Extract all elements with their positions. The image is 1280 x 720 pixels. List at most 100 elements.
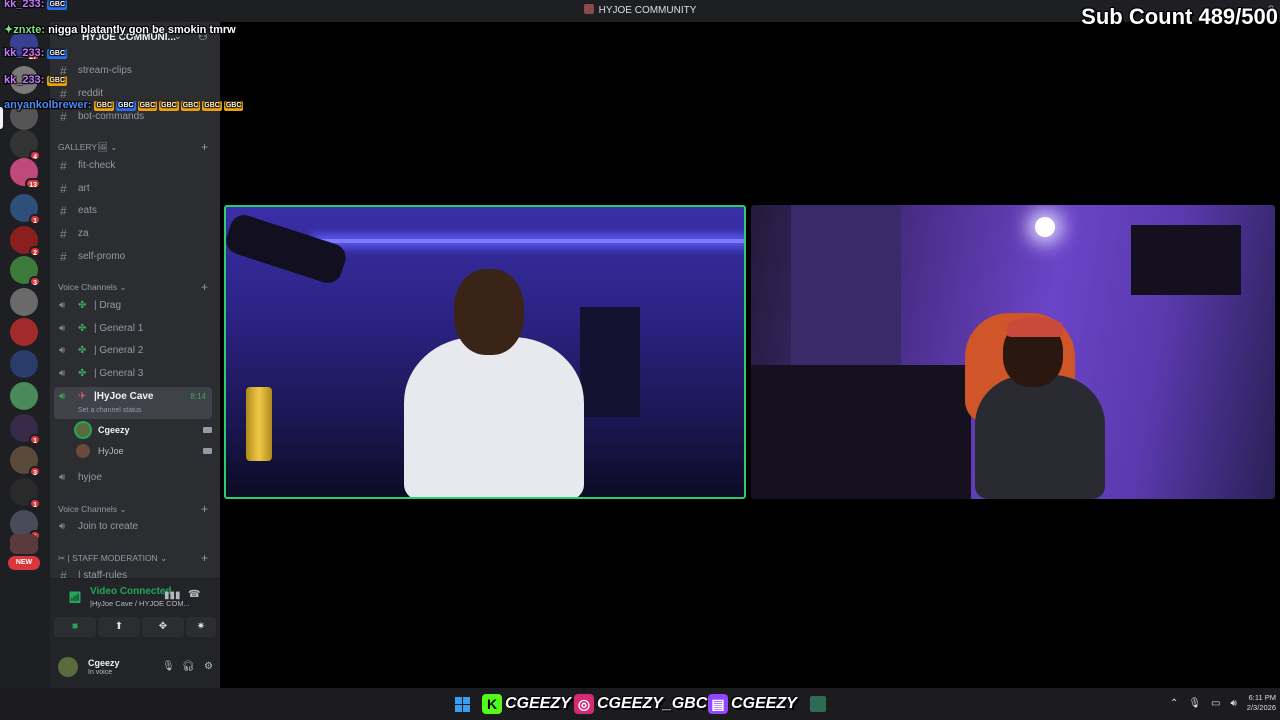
voice-channel-join-to-create[interactable]: 🔊︎ Join to create — [54, 517, 212, 537]
channel-status[interactable]: Set a channel status — [78, 401, 141, 421]
hash-icon: # — [60, 87, 67, 101]
channel-fit-check[interactable]: # fit-check — [54, 156, 212, 176]
voice-timer: 8:14 — [190, 392, 206, 401]
voice-channel-hyjoe-cave[interactable]: 🔊︎ ✈ |HyJoe Cave Set a channel status 8:… — [54, 387, 212, 419]
speaker-icon: 🔊︎ — [59, 368, 66, 379]
hash-icon: # — [60, 204, 67, 218]
server-icon-5[interactable]: 13 — [10, 158, 41, 189]
category-gallery[interactable]: GALLERY🖼 ⌄ + — [58, 140, 212, 156]
screen-share-button[interactable]: ⬆ — [98, 617, 140, 637]
clock[interactable]: 6:11 PM 2/3/2026 — [1247, 693, 1276, 713]
social-kick: K CGEEZY — [482, 692, 571, 716]
video-tile-hyjoe[interactable] — [751, 205, 1275, 499]
category-label: GALLERY🖼 — [58, 142, 108, 152]
add-channel-icon[interactable]: + — [201, 280, 208, 294]
category-label: Voice Channels — [58, 504, 118, 514]
channel-staff-rules[interactable]: # | staff-rules — [54, 566, 212, 578]
channel-bot-commands[interactable]: # bot-commands — [54, 107, 212, 127]
microphone-arm — [226, 211, 350, 287]
category-voice-channels[interactable]: Voice Channels ⌄ + — [58, 280, 212, 296]
clover-icon: ✤ — [78, 345, 87, 356]
clover-icon: ✤ — [78, 368, 87, 379]
channel-stream-clips[interactable]: # stream-clips — [54, 61, 212, 81]
network-icon[interactable]: ▭ — [1211, 698, 1220, 709]
person-body — [404, 337, 584, 497]
channel-label: bot-commands — [78, 111, 145, 122]
noise-suppression-icon[interactable]: ▮▮▮ — [164, 590, 181, 601]
social-handle: CGEEZY — [731, 695, 797, 712]
signal-icon[interactable]: 📶︎ — [68, 591, 82, 604]
user-name: Cgeezy — [88, 658, 120, 668]
voice-channel-drag[interactable]: 🔊︎ ✤ | Drag — [54, 296, 212, 316]
server-icon-8[interactable]: 3 — [10, 256, 41, 287]
hash-icon: # — [60, 250, 67, 264]
chevron-up-icon[interactable]: ⌃ — [1170, 698, 1178, 709]
user-status: In voice — [88, 669, 113, 676]
voice-channel-general-3[interactable]: 🔊︎ ✤ | General 3 — [54, 364, 212, 384]
server-header[interactable]: HYJOE COMMUNI... ⌄ ⚇ — [50, 22, 220, 52]
server-icon-13[interactable]: 1 — [10, 414, 41, 445]
soundboard-button[interactable]: ✷ — [186, 617, 216, 637]
channel-label: | staff-rules — [78, 570, 128, 578]
voice-user-name: Cgeezy — [98, 425, 130, 435]
taskbar-app-icon[interactable] — [810, 696, 826, 712]
channel-label: fit-check — [78, 160, 116, 171]
camera-icon — [203, 448, 212, 454]
add-channel-icon[interactable]: + — [201, 502, 208, 516]
add-user-icon[interactable]: ⚇ — [198, 30, 208, 43]
server-icon-14[interactable]: 3 — [10, 446, 41, 477]
server-icon-15[interactable]: 1 — [10, 478, 41, 509]
voice-channel-general-2[interactable]: 🔊︎ ✤ | General 2 — [54, 341, 212, 361]
volume-icon[interactable]: 🔊︎ — [1230, 698, 1236, 709]
activities-button[interactable]: ✥ — [142, 617, 184, 637]
avatar — [76, 423, 90, 437]
windows-start-icon[interactable] — [455, 697, 470, 712]
server-icon-11[interactable] — [10, 350, 38, 378]
category-staff-moderation[interactable]: ✂ | STAFF MODERATION ⌄ + — [58, 551, 212, 567]
camera-button[interactable]: ■ — [54, 617, 96, 637]
channel-reddit[interactable]: # reddit — [54, 84, 212, 104]
voice-channel-hyjoe[interactable]: 🔊︎ hyjoe — [54, 468, 212, 488]
category-voice-channels-2[interactable]: Voice Channels ⌄ + — [58, 502, 212, 518]
channel-self-promo[interactable]: # self-promo — [54, 247, 212, 267]
microphone-icon[interactable]: 🎙︎ — [162, 661, 175, 672]
speaker-icon: 🔊︎ — [59, 472, 66, 483]
led-light — [316, 239, 744, 243]
server-icon — [583, 4, 594, 14]
server-icon-7[interactable]: 2 — [10, 226, 41, 257]
avatar[interactable] — [58, 657, 78, 677]
server-icon-2[interactable] — [10, 66, 38, 94]
channel-label: art — [78, 183, 90, 194]
channel-label: stream-clips — [78, 65, 132, 76]
person-body — [975, 375, 1105, 499]
channel-label: za — [78, 228, 89, 239]
server-icon-17[interactable] — [10, 534, 38, 554]
mention-badge: 13 — [25, 178, 41, 189]
server-icon-4[interactable]: 4 — [10, 130, 41, 161]
video-tile-cgeezy[interactable] — [224, 205, 746, 499]
server-icon-12[interactable] — [10, 382, 38, 410]
tools-icon: ✂ — [58, 553, 66, 563]
voice-user-name: HyJoe — [98, 446, 124, 456]
headphones-icon[interactable]: 🎧︎ — [182, 661, 195, 672]
server-icon-1[interactable]: 27 — [10, 30, 41, 61]
server-icon-3[interactable] — [10, 102, 38, 130]
add-channel-icon[interactable]: + — [201, 140, 208, 154]
voice-channel-general-1[interactable]: 🔊︎ ✤ | General 1 — [54, 319, 212, 339]
microphone-icon[interactable]: 🎙︎ — [1188, 698, 1201, 709]
channel-za[interactable]: # za — [54, 224, 212, 244]
speaker-icon: 🔊︎ — [59, 391, 66, 402]
voice-user-hyjoe[interactable]: HyJoe — [76, 441, 212, 461]
selected-pill — [0, 107, 3, 129]
channel-eats[interactable]: # eats — [54, 201, 212, 221]
channel-sidebar: HYJOE COMMUNI... ⌄ ⚇ # stream-clips # redd… — [50, 22, 220, 688]
disconnect-icon[interactable]: ☎ — [188, 589, 200, 600]
channel-art[interactable]: # art — [54, 179, 212, 199]
voice-user-cgeezy[interactable]: Cgeezy — [76, 420, 212, 440]
add-channel-icon[interactable]: + — [201, 551, 208, 565]
gear-icon[interactable]: ⚙ — [204, 661, 213, 672]
server-icon-10[interactable] — [10, 318, 38, 346]
server-icon-6[interactable]: 1 — [10, 194, 41, 225]
voice-status-title: Video Connected — [90, 586, 172, 597]
server-icon-9[interactable] — [10, 288, 38, 316]
